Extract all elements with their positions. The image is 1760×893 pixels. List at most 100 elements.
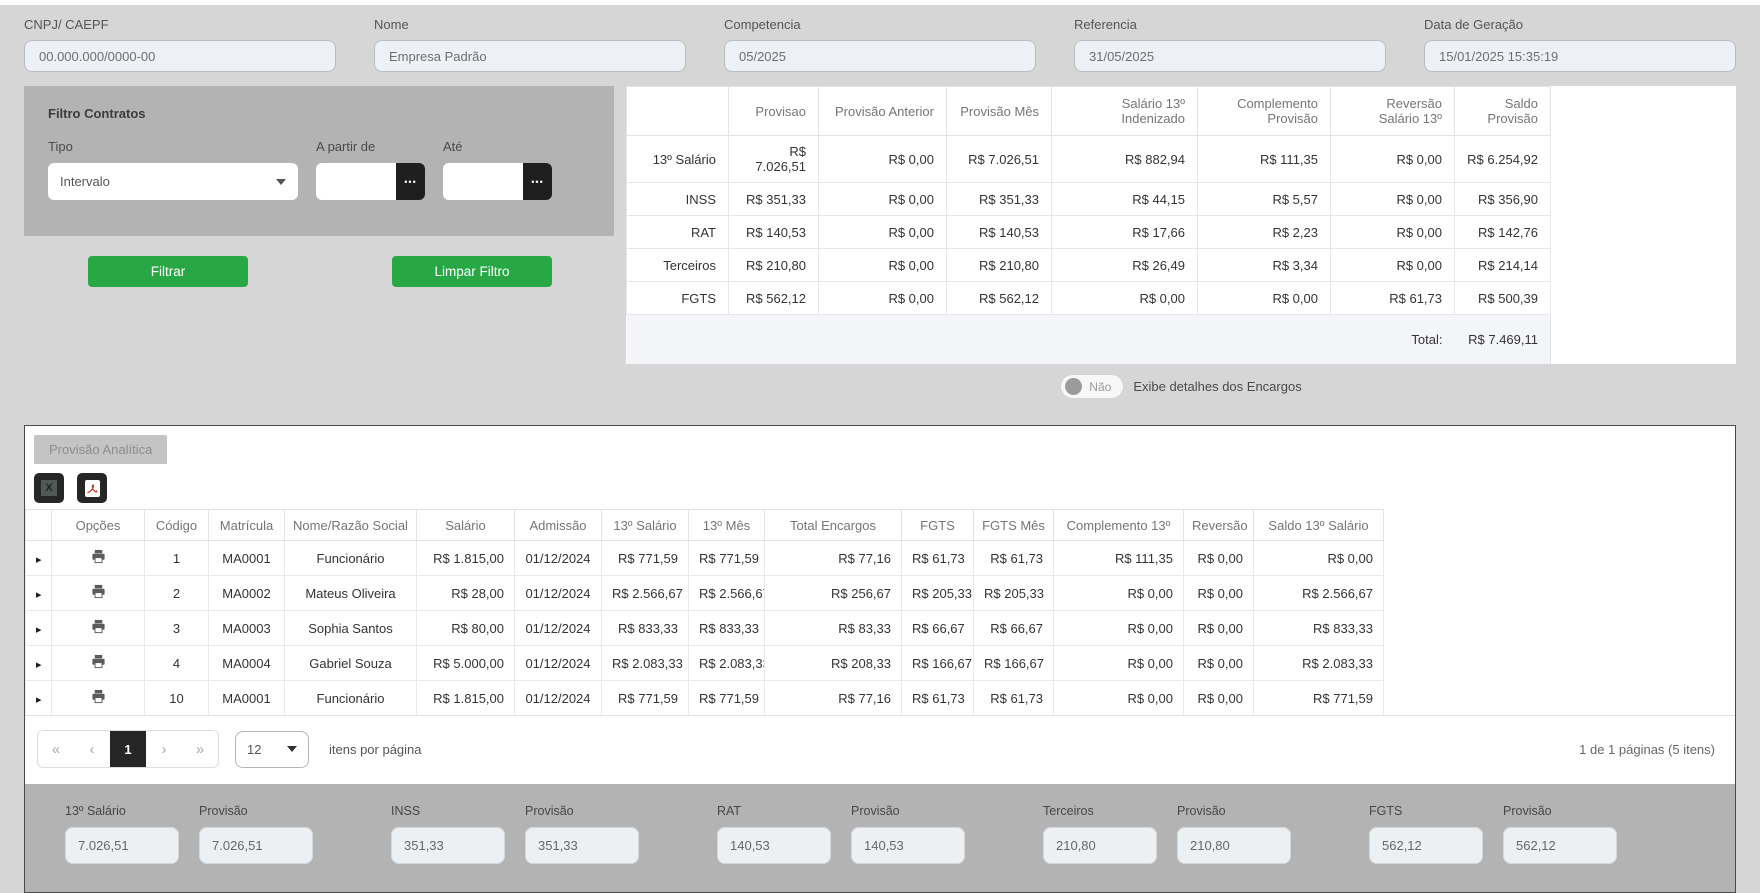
provision-row: TerceirosR$ 210,80R$ 0,00R$ 210,80R$ 26,… [627,249,1737,282]
from-date-picker-button[interactable]: ••• [396,163,425,200]
cell: R$ 7.026,51 [947,136,1052,183]
expand-cell: ▸ [26,541,52,576]
pager-next-button[interactable]: › [146,731,182,767]
pager-page-1-button[interactable]: 1 [110,731,146,767]
toggle-label: Exibe detalhes dos Encargos [1133,379,1301,394]
totals-item-label: 13º Salário [65,804,179,818]
print-row-icon[interactable] [91,549,106,564]
expand-row-icon[interactable]: ▸ [36,694,42,706]
cell: R$ 0,00 [1054,681,1184,716]
cell: R$ 208,33 [765,646,902,681]
print-row-icon[interactable] [91,689,106,704]
cell: R$ 2.083,33 [689,646,765,681]
ellipsis-icon: ••• [404,177,416,187]
tipo-select[interactable]: Intervalo [48,163,298,200]
cell: R$ 26,49 [1052,249,1198,282]
cell: R$ 205,33 [974,576,1054,611]
expand-row-icon[interactable]: ▸ [36,554,42,566]
nome-label: Nome [374,17,686,32]
cell: Gabriel Souza [285,646,417,681]
cell: R$ 0,00 [1184,611,1254,646]
cell: 1 [145,541,209,576]
page-size-select[interactable]: 12 [235,731,309,768]
cell: Sophia Santos [285,611,417,646]
limpar-filtro-button[interactable]: Limpar Filtro [392,256,552,287]
cell: R$ 205,33 [902,576,974,611]
cell: R$ 0,00 [1331,216,1455,249]
cell: R$ 210,80 [947,249,1052,282]
ellipsis-icon: ••• [531,177,543,187]
cell: R$ 61,73 [902,681,974,716]
expand-cell: ▸ [26,611,52,646]
expand-row-icon[interactable]: ▸ [36,659,42,671]
export-toolbar: X [25,464,1735,509]
totals-item: Provisão140,53 [851,804,965,864]
totals-item: Provisão210,80 [1177,804,1291,864]
totals-item-label: FGTS [1369,804,1483,818]
export-pdf-button[interactable] [77,473,107,503]
expand-row-icon[interactable]: ▸ [36,589,42,601]
cell: R$ 771,59 [689,681,765,716]
print-row-icon[interactable] [91,654,106,669]
cell: R$ 140,53 [729,216,819,249]
cell: R$ 833,33 [602,611,689,646]
from-date-input[interactable] [316,163,396,200]
filtrar-button[interactable]: Filtrar [88,256,248,287]
pager-prev-button[interactable]: ‹ [74,731,110,767]
export-excel-button[interactable]: X [34,473,64,503]
exibe-detalhes-toggle[interactable]: Não [1060,374,1124,399]
filler-header [1551,87,1737,136]
data-geracao-input[interactable]: 15/01/2025 15:35:19 [1424,40,1736,72]
totals-provisao-value: 351,33 [525,827,639,864]
expand-row-icon[interactable]: ▸ [36,624,42,636]
column-header: Matrícula [209,510,285,541]
cell: 01/12/2024 [515,611,602,646]
print-row-icon[interactable] [91,619,106,634]
filler-cell [1384,541,1736,576]
print-row-icon[interactable] [91,584,106,599]
nome-input[interactable]: Empresa Padrão [374,40,686,72]
cell: R$ 61,73 [974,681,1054,716]
options-cell [52,646,145,681]
to-date-label: Até [443,139,552,154]
pager-summary: 1 de 1 páginas (5 itens) [1579,742,1723,757]
cell: R$ 0,00 [1054,611,1184,646]
cell: R$ 2.566,67 [689,576,765,611]
column-header: Provisão Anterior [819,87,947,136]
provision-summary-header-row: ProvisaoProvisão AnteriorProvisão MêsSal… [627,87,1737,136]
totals-provisao-value: 562,12 [1503,827,1617,864]
filter-title: Filtro Contratos [48,106,590,121]
cell: R$ 44,15 [1052,183,1198,216]
pager-last-button[interactable]: » [182,731,218,767]
cell: R$ 500,39 [1455,282,1551,315]
row-label-header [627,87,729,136]
pager-first-button[interactable]: « [38,731,74,767]
totals-group: Terceiros210,80Provisão210,80 [1043,804,1369,864]
cell: R$ 0,00 [819,216,947,249]
field-data-geracao: Data de Geração 15/01/2025 15:35:19 [1424,17,1736,72]
cell: Mateus Oliveira [285,576,417,611]
column-header: Complemento Provisão [1198,87,1331,136]
competencia-input[interactable]: 05/2025 [724,40,1036,72]
row-label: 13º Salário [627,136,729,183]
to-date-input[interactable] [443,163,523,200]
cnpj-input[interactable]: 00.000.000/0000-00 [24,40,336,72]
cell: R$ 771,59 [689,541,765,576]
cell: R$ 166,67 [902,646,974,681]
cell: Funcionário [285,681,417,716]
column-header: FGTS [902,510,974,541]
totals-item-value: 562,12 [1369,827,1483,864]
cell: R$ 0,00 [1184,681,1254,716]
cell: R$ 256,67 [765,576,902,611]
provision-summary-table: ProvisaoProvisão AnteriorProvisão MêsSal… [626,86,1736,364]
to-date-picker-button[interactable]: ••• [523,163,552,200]
from-date-field: A partir de ••• [316,139,425,200]
column-header: Nome/Razão Social [285,510,417,541]
filler-cell [1551,315,1737,365]
cell: R$ 66,67 [974,611,1054,646]
totals-provisao-value: 140,53 [851,827,965,864]
totals-provisao-label: Provisão [1177,804,1291,818]
referencia-input[interactable]: 31/05/2025 [1074,40,1386,72]
tab-provisao-analitica[interactable]: Provisão Analítica [34,435,167,464]
cell: Funcionário [285,541,417,576]
